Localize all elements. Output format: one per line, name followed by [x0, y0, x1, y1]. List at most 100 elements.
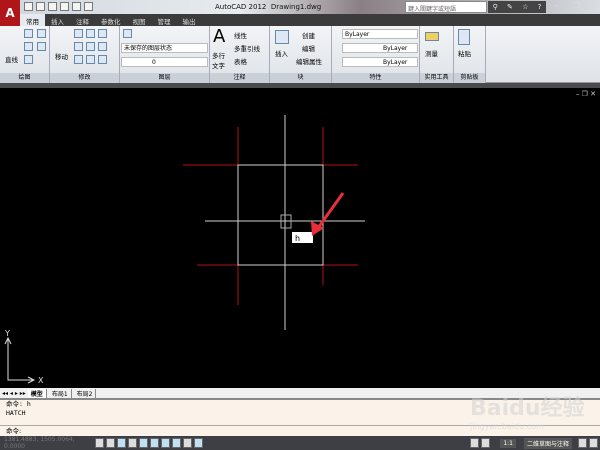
lineweight-toggle[interactable] — [183, 438, 192, 448]
grid-toggle[interactable] — [106, 438, 115, 448]
mtext-button[interactable]: 多行文字 — [212, 50, 230, 70]
stretch-icon[interactable] — [98, 42, 107, 51]
paste-button[interactable]: 粘贴 — [458, 48, 471, 58]
wrench-icon[interactable]: ✎ — [507, 3, 513, 11]
measure-icon[interactable] — [425, 32, 439, 41]
annotation-scale[interactable]: 1:1 — [500, 438, 516, 448]
tab-nav-arrows[interactable]: ◂◂ ◂ ▸ ▸▸ — [2, 390, 26, 397]
linetype-dropdown[interactable]: ByLayer — [342, 43, 418, 53]
layer-properties-icon[interactable] — [123, 29, 132, 38]
trim-icon[interactable] — [86, 29, 95, 38]
edit-block-button[interactable]: 编辑 — [302, 43, 315, 53]
document-name: Drawing1.dwg — [270, 3, 322, 11]
undo-icon[interactable] — [60, 2, 69, 11]
ucs-icon — [4, 336, 36, 384]
star-icon[interactable]: ☆ — [522, 3, 528, 11]
minimize-button[interactable]: – — [555, 1, 559, 10]
redo-icon[interactable] — [72, 2, 81, 11]
snap-toggle[interactable] — [95, 438, 104, 448]
layers-panel-label[interactable]: 图层 — [120, 73, 209, 83]
mleader-button[interactable]: 多重引线 — [234, 43, 260, 53]
block-panel-label[interactable]: 块 — [270, 73, 331, 83]
lineweight-dropdown[interactable]: ByLayer — [342, 57, 418, 67]
save-icon[interactable] — [48, 2, 57, 11]
annotation-panel-label[interactable]: 注释 — [210, 73, 269, 83]
array-icon[interactable] — [86, 55, 95, 64]
mirror-icon[interactable] — [74, 42, 83, 51]
close-button[interactable]: ✕ — [594, 1, 600, 10]
app-menu-button[interactable]: A — [0, 0, 20, 28]
workspace-switch[interactable]: 二维草图与注释 — [523, 437, 572, 449]
status-bar: 1381.4883, 1505.0064, 0.0000 1:1 二维草图与注释 — [0, 436, 600, 450]
layers-panel: 未保存的图层状态 0 图层 — [120, 26, 210, 83]
tab-layout2[interactable]: 布局2 — [74, 388, 97, 398]
drawing-svg: h Y X — [4, 115, 365, 385]
copy-icon[interactable] — [98, 29, 107, 38]
ucs-y-label: Y — [4, 329, 10, 338]
new-icon[interactable] — [24, 2, 33, 11]
viewport-controls[interactable]: – ❐ ✕ — [576, 90, 596, 98]
draw-panel-label[interactable]: 绘图 — [0, 73, 49, 83]
tab-parametric[interactable]: 参数化 — [95, 14, 127, 26]
draw-panel: 直线 绘图 — [0, 26, 50, 83]
otrack-toggle[interactable] — [150, 438, 159, 448]
tab-manage[interactable]: 管理 — [152, 14, 177, 26]
tab-insert[interactable]: 插入 — [45, 14, 70, 26]
polar-toggle[interactable] — [128, 438, 137, 448]
paste-icon[interactable] — [458, 29, 470, 45]
arc-icon[interactable] — [24, 55, 33, 64]
insert-button[interactable]: 插入 — [275, 48, 288, 58]
tab-model[interactable]: 模型 — [27, 388, 47, 398]
text-icon[interactable]: A — [213, 26, 225, 47]
print-icon[interactable] — [84, 2, 93, 11]
binoculars-icon[interactable]: ⚲ — [493, 3, 498, 11]
tab-layout1[interactable]: 布局1 — [49, 388, 72, 398]
circle-icon[interactable] — [24, 42, 33, 51]
color-dropdown[interactable]: ByLayer — [342, 29, 418, 39]
search-input[interactable]: 鍵入關鍵字或短語 — [405, 1, 487, 13]
layer-dropdown[interactable]: 0 — [121, 57, 208, 67]
line-button[interactable]: 直线 — [5, 54, 18, 64]
maximize-button[interactable]: ❐ — [573, 1, 580, 10]
clean-screen-button[interactable] — [589, 438, 598, 448]
polyline-icon[interactable] — [24, 29, 33, 38]
offset-icon[interactable] — [98, 55, 107, 64]
ribbon-tabs: 常用 插入 注释 参数化 视图 管理 输出 — [20, 14, 600, 26]
open-icon[interactable] — [36, 2, 45, 11]
rotate-icon[interactable] — [74, 29, 83, 38]
tab-annotate[interactable]: 注释 — [70, 14, 95, 26]
clipboard-panel-label[interactable]: 剪贴板 — [454, 73, 485, 83]
block-panel: 插入 创建 编辑 编辑属性 块 — [270, 26, 332, 83]
modify-panel-label[interactable]: 修改 — [50, 73, 119, 83]
rectangle-icon[interactable] — [37, 29, 46, 38]
utilities-panel-label[interactable]: 实用工具 — [420, 73, 453, 83]
properties-panel-label[interactable]: 特性 — [332, 73, 419, 83]
tab-output[interactable]: 输出 — [177, 14, 202, 26]
input-tooltip-text: h — [295, 234, 300, 243]
ribbon: 直线 绘图 移动 修改 未保存的图层状态 0 图层 A 多行文字 线性 多重引线… — [0, 26, 600, 83]
ducs-toggle[interactable] — [161, 438, 170, 448]
table-button[interactable]: 表格 — [234, 56, 247, 66]
create-block-button[interactable]: 创建 — [302, 30, 315, 40]
layer-state-dropdown[interactable]: 未保存的图层状态 — [121, 43, 208, 53]
move-button[interactable]: 移动 — [55, 51, 68, 61]
red-arrow — [311, 192, 345, 236]
measure-button[interactable]: 测量 — [425, 48, 438, 58]
help-icon[interactable]: ? — [538, 3, 542, 11]
linear-button[interactable]: 线性 — [234, 30, 247, 40]
lock-icon[interactable] — [578, 438, 587, 448]
dyn-toggle[interactable] — [172, 438, 181, 448]
insert-block-icon[interactable] — [275, 30, 289, 44]
tab-view[interactable]: 视图 — [127, 14, 152, 26]
scale-icon[interactable] — [74, 55, 83, 64]
model-space-button[interactable] — [470, 438, 480, 448]
edit-attributes-button[interactable]: 编辑属性 — [296, 56, 322, 66]
fillet-icon[interactable] — [86, 42, 95, 51]
drawing-canvas[interactable]: – ❐ ✕ h Y X — [0, 88, 600, 388]
zoom-icon[interactable] — [481, 438, 491, 448]
ortho-toggle[interactable] — [117, 438, 126, 448]
qp-toggle[interactable] — [194, 438, 203, 448]
osnap-toggle[interactable] — [139, 438, 148, 448]
hatch-icon[interactable] — [37, 42, 46, 51]
tab-home[interactable]: 常用 — [20, 14, 45, 26]
